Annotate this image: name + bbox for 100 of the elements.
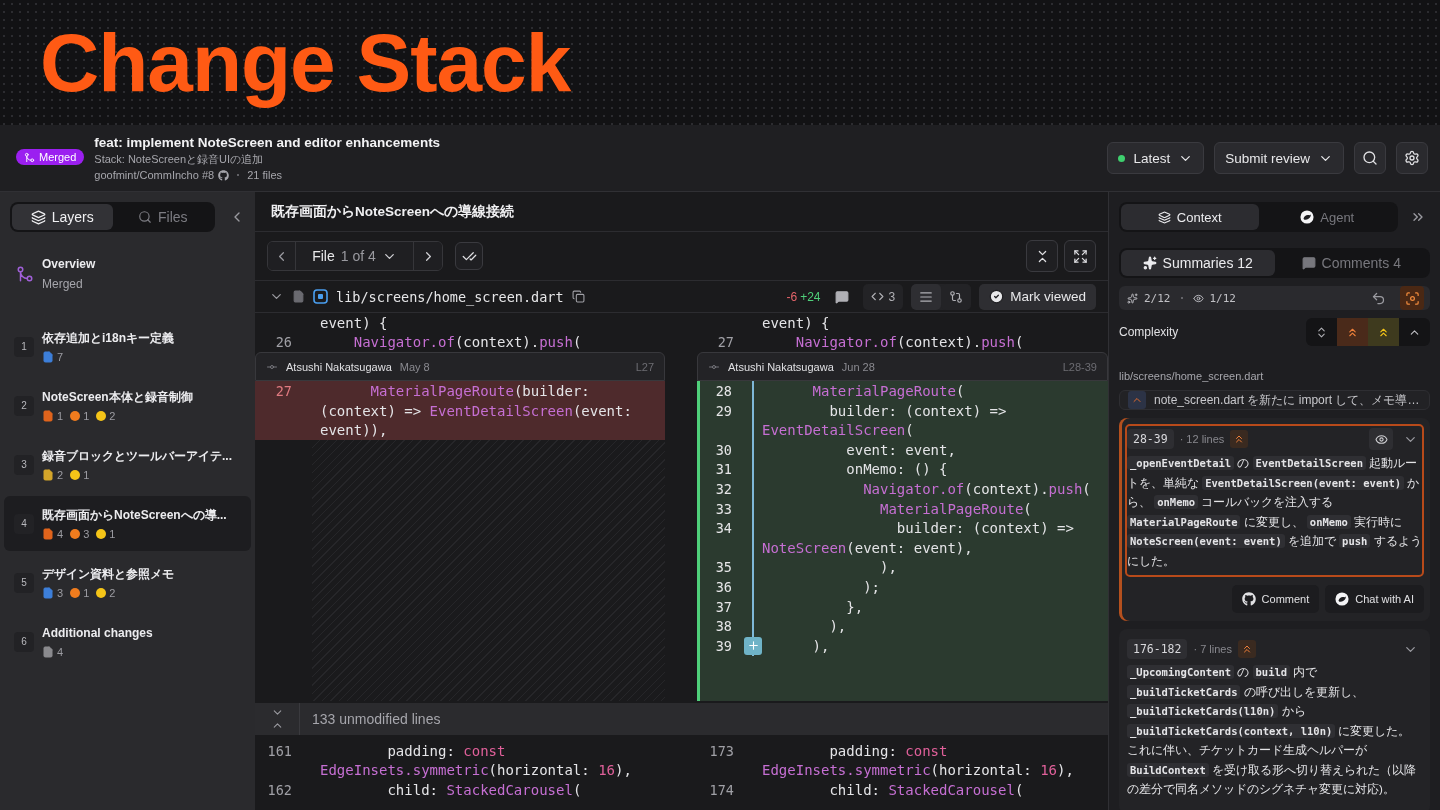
collapsed-lines-bar[interactable]: 133 unmodified lines <box>255 703 1108 735</box>
code-line: Navigator.of(context).push( <box>352 334 582 351</box>
line-number: 173 <box>709 742 734 759</box>
next-file-button[interactable] <box>414 242 442 270</box>
layer-title: 依存追加とi18nキー定義 <box>42 330 174 347</box>
stat-count: 3 <box>57 586 64 599</box>
copy-icon[interactable] <box>571 290 585 303</box>
panel-tab[interactable]: Context <box>1121 204 1259 230</box>
stack-name: Stack: NoteScreenと録音UIの追加 <box>94 152 264 167</box>
file-type-icon <box>313 289 328 304</box>
line-number: 33 <box>715 500 732 517</box>
layer-title: NoteScreen本体と録音制御 <box>42 389 193 406</box>
stat-count: 4 <box>57 527 64 540</box>
code-line: Navigator.of(context).push( <box>794 334 1024 351</box>
code-line: onMemo: () { <box>845 461 948 478</box>
github-icon <box>1241 592 1256 606</box>
line-number: 37 <box>715 598 732 615</box>
code-line: ); <box>862 578 880 595</box>
file-summary[interactable]: note_screen.dart を新たに import して、メモ導… <box>1119 390 1430 410</box>
settings-button[interactable] <box>1396 142 1428 174</box>
stat-count: 1 <box>83 586 90 599</box>
chevrons-icon <box>1315 325 1328 339</box>
panel-tab[interactable]: Agent <box>1258 204 1396 230</box>
line-number: 27 <box>275 383 292 399</box>
code-line: (context) => EventDetailScreen(event: <box>319 402 632 419</box>
mark-viewed-button[interactable]: Mark viewed <box>979 283 1096 310</box>
complexity-chevrons-icon <box>1230 430 1249 448</box>
layer-item[interactable]: 4 既存画面からNoteScreenへの導... 4 3 1 <box>4 496 251 551</box>
layer-item[interactable]: 3 録音ブロックとツールバーアイテ... 2 1 <box>4 437 251 492</box>
file-selector[interactable]: File 1 of 4 <box>296 242 414 270</box>
code-line: child: StackedCarousel( <box>386 782 582 798</box>
repo-link[interactable]: goofmint/CommIncho #8 <box>94 169 215 181</box>
layer-item[interactable]: 6 Additional changes 4 <box>4 614 251 669</box>
range-chip: 176-182 <box>1127 639 1188 659</box>
code-line: MaterialPageRoute( <box>811 383 965 399</box>
search-icon <box>137 210 152 224</box>
summary-text: _UpcomingContent の build 内で _buildTicketCards の呼び出しを更新し、 _buildTicketCards(l10n) から _buildTicketCards(context, l10n) に変更した。これに伴い、チケットカード生成ヘルパーが BuildContext を受け取る形へ切り替えられた（以降の差分で同名メソッドのシグネチャ変更に対応)。 <box>1127 664 1418 797</box>
code-line: EdgeInsets.symmetric(horizontal: 16), <box>319 762 632 779</box>
layer-number: 5 <box>14 572 34 593</box>
undo-button[interactable] <box>1371 290 1386 306</box>
comment-button[interactable]: Comment <box>1231 585 1320 613</box>
line-range: L28-39 <box>1062 360 1097 373</box>
summarized-count: 2/12 <box>1144 291 1171 305</box>
summary-tab[interactable]: Summaries 12 <box>1121 250 1275 276</box>
layer-title: 録音ブロックとツールバーアイテ... <box>42 448 232 465</box>
code-line: padding: const <box>386 742 506 759</box>
search-button[interactable] <box>1354 142 1386 174</box>
hunks-button[interactable]: 3 <box>862 283 904 310</box>
focus-button[interactable] <box>1400 286 1424 310</box>
layer-item[interactable]: 2 NoteScreen本体と録音制御 1 1 2 <box>4 378 251 433</box>
code-line: ), <box>811 637 830 654</box>
code-line: padding: const <box>828 742 948 759</box>
author-name: Atsushi Nakatsugawa <box>728 360 834 373</box>
code-line: event)), <box>319 422 388 439</box>
summary-tab[interactable]: Comments 4 <box>1274 250 1428 276</box>
add-comment-button[interactable] <box>744 636 762 655</box>
submit-review-button[interactable]: Submit review <box>1214 142 1344 174</box>
summary-card[interactable] <box>1119 629 1430 810</box>
comment-icon[interactable] <box>834 289 849 304</box>
code-line: builder: (context) => <box>828 402 1007 419</box>
layer-number: 4 <box>14 513 34 534</box>
line-number: 39 <box>715 637 732 654</box>
file-path: lib/screens/home_screen.dart <box>1119 369 1265 382</box>
layer-title: Additional changes <box>42 625 153 642</box>
layer-number: 3 <box>14 454 34 475</box>
stat-count: 2 <box>109 409 116 422</box>
code-line: MaterialPageRoute(builder: <box>369 383 590 399</box>
line-number: 174 <box>709 782 734 798</box>
code-line: event) { <box>761 314 830 331</box>
line-number: 36 <box>715 578 732 595</box>
sidebar-tab[interactable]: Files <box>112 204 213 230</box>
stat-count: 1 <box>83 468 90 481</box>
stat-count: 2 <box>57 468 64 481</box>
line-count: · 7 lines <box>1193 643 1232 655</box>
stat-count: 7 <box>57 350 64 363</box>
version-dropdown[interactable]: Latest <box>1107 142 1205 174</box>
line-number: 26 <box>275 334 292 351</box>
layer-item[interactable]: 5 デザイン資料と参照メモ 3 1 2 <box>4 555 251 610</box>
code-line: child: StackedCarousel( <box>828 782 1024 798</box>
item-title: Overview <box>42 256 96 273</box>
summary-text: _openEventDetail の EventDetailScreen 起動ルートを、単純な EventDetailScreen(event: event) から、 onMemo コールバックを注入する MaterialPageRoute に変更し、 onMemo 実行時に NoteScreen(event: event) を追加で push するようにした。 <box>1127 455 1422 569</box>
collapse-button[interactable] <box>1026 240 1058 272</box>
summary-card[interactable] <box>1119 418 1430 621</box>
range-chip: 28-39 <box>1127 429 1174 449</box>
layer-title: 既存画面からNoteScreenへの導... <box>42 507 227 524</box>
line-number: 29 <box>715 402 732 419</box>
overview-item[interactable]: Overview Merged <box>4 246 251 301</box>
eye-button[interactable] <box>1369 428 1393 450</box>
eye-icon <box>1374 432 1388 446</box>
sidebar-tab[interactable]: Layers <box>12 204 113 230</box>
fullscreen-button[interactable] <box>1064 240 1096 272</box>
complexity-filter[interactable] <box>1337 318 1368 346</box>
chat-button[interactable]: Chat with AI <box>1325 585 1424 613</box>
logo-icon <box>1335 592 1350 606</box>
layer-item[interactable]: 1 依存追加とi18nキー定義 7 <box>4 319 251 374</box>
complexity-filter[interactable] <box>1368 318 1399 346</box>
split-view-button[interactable] <box>911 283 942 310</box>
line-number: 32 <box>715 480 732 497</box>
plus-icon <box>746 639 760 653</box>
mark-all-button[interactable] <box>455 242 483 270</box>
